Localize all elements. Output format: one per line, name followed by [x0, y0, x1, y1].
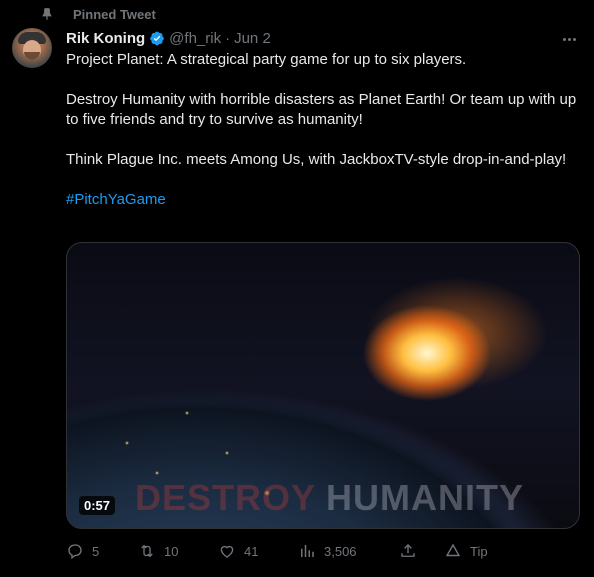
pinned-indicator: Pinned Tweet: [39, 6, 156, 22]
retweet-count: 10: [164, 543, 179, 559]
tweet-date[interactable]: Jun 2: [234, 30, 271, 47]
views-button[interactable]: 3,506: [298, 542, 357, 560]
tweet-text: Project Planet: A strategical party game…: [66, 50, 578, 210]
hashtag-link[interactable]: #PitchYaGame: [66, 191, 166, 208]
author-name[interactable]: Rik Koning: [66, 30, 145, 47]
video-duration: 0:57: [79, 496, 116, 515]
heart-icon: [220, 545, 234, 558]
overlay-word-destroy: DESTROY: [135, 477, 317, 518]
avatar[interactable]: [12, 28, 52, 68]
author-handle[interactable]: @fh_rik: [169, 30, 221, 47]
retweet-button[interactable]: 10: [138, 542, 178, 560]
tweet-line-1: Project Planet: A strategical party game…: [66, 51, 467, 68]
pin-icon: [39, 6, 55, 22]
tweet-line-3: Think Plague Inc. meets Among Us, with J…: [66, 151, 567, 168]
tip-icon: [445, 543, 461, 557]
overlay-word-humanity: HUMANITY: [326, 477, 525, 518]
tip-label: Tip: [470, 543, 488, 559]
reply-button[interactable]: 5: [66, 542, 99, 560]
tweet-header: Rik Koning @fh_rik · Jun 2: [66, 28, 271, 48]
separator-dot: ·: [225, 29, 231, 47]
views-icon: [301, 545, 314, 557]
like-button[interactable]: 41: [218, 542, 258, 560]
video-player[interactable]: DESTROY HUMANITY 0:57: [66, 242, 580, 529]
share-icon: [401, 544, 415, 557]
retweet-icon: [141, 544, 153, 558]
pinned-label: Pinned Tweet: [73, 6, 156, 22]
reply-icon: [68, 544, 82, 560]
tip-button[interactable]: Tip: [444, 542, 488, 560]
tweet-line-2: Destroy Humanity with horrible disasters…: [66, 91, 577, 128]
tweet-actions: 5 10 41 3,506 Tip: [66, 541, 526, 561]
video-overlay-text: DESTROY HUMANITY: [135, 477, 524, 519]
reply-count: 5: [92, 543, 100, 559]
more-options-icon[interactable]: [560, 30, 578, 48]
verified-badge-icon[interactable]: [149, 30, 165, 46]
share-button[interactable]: [399, 542, 417, 560]
like-count: 41: [244, 543, 259, 559]
views-count: 3,506: [324, 543, 357, 559]
